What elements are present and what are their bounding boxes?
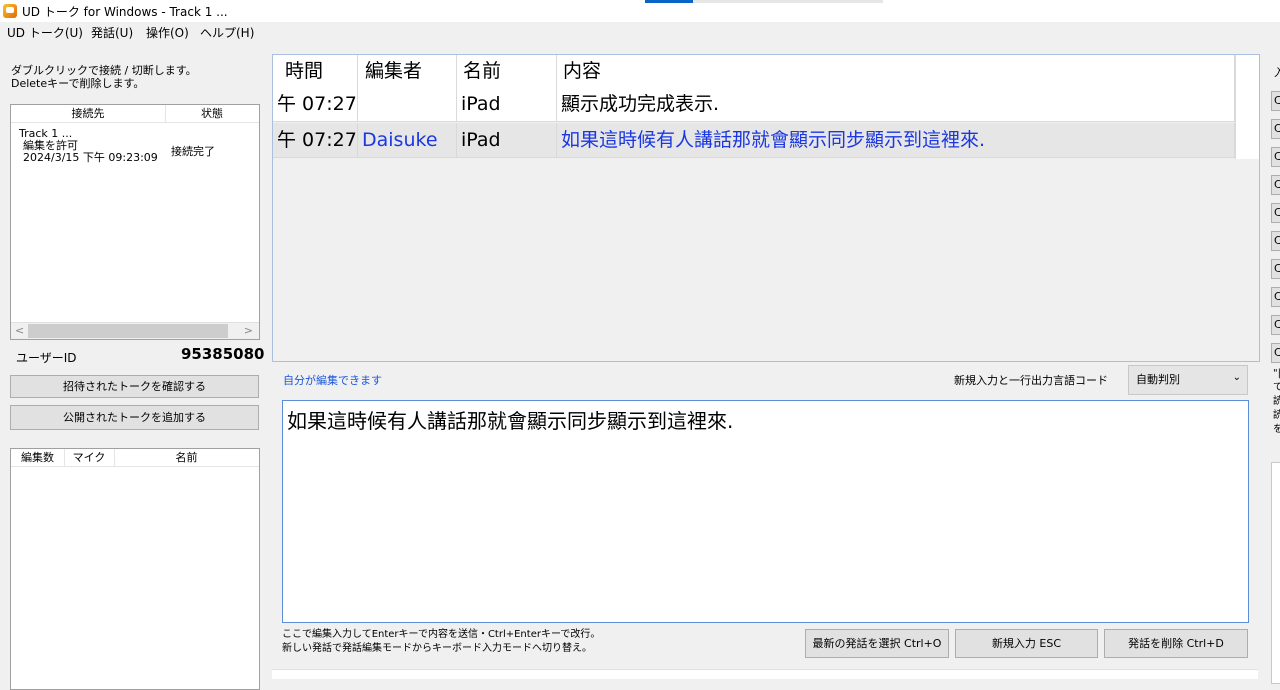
add-public-talk-button[interactable]: 公開されたトークを追加する <box>10 405 259 430</box>
col-name[interactable]: 名前 <box>457 55 557 87</box>
editor-help-line-1: ここで編集入力してEnterキーで内容を送信・Ctrl+Enterキーで改行。 <box>282 629 601 640</box>
cell-editor <box>358 87 457 122</box>
language-code-label: 新規入力と一行出力言語コード <box>954 374 1108 387</box>
hint-line-1: ダブルクリックで接続 / 切断します。 <box>11 64 197 77</box>
new-input-button[interactable]: 新規入力 ESC <box>955 629 1098 658</box>
right-button-8[interactable]: C <box>1271 287 1280 307</box>
col-mic[interactable]: マイク <box>64 449 115 466</box>
right-panel-text: "| て 読 読 を <box>1273 367 1280 437</box>
cell-editor: Daisuke <box>358 123 457 158</box>
scroll-left-icon[interactable]: < <box>15 324 24 337</box>
menu-bar: UD トーク(U) 発話(U) 操作(O) ヘルプ(H) <box>0 22 1280 42</box>
window-title: UD トーク for Windows - Track 1 ... <box>22 5 228 19</box>
right-text-line: 読 <box>1273 396 1280 407</box>
right-text-line: "| <box>1273 368 1280 379</box>
member-list[interactable]: 編集数 マイク 名前 <box>10 448 260 690</box>
utterance-editor[interactable]: 如果這時候有人講話那就會顯示同步顯示到這裡來. <box>282 400 1249 623</box>
right-button-10[interactable]: C <box>1271 343 1280 363</box>
scroll-thumb[interactable] <box>28 324 228 338</box>
right-button-6[interactable]: C <box>1271 231 1280 251</box>
menu-operation[interactable]: 操作(O) <box>146 24 189 41</box>
title-bar: UD トーク for Windows - Track 1 ... <box>0 0 1280 22</box>
editor-help-line-2: 新しい発話で発話編集モードからキーボード入力モードへ切り替え。 <box>282 643 592 654</box>
col-member-name[interactable]: 名前 <box>114 449 259 466</box>
scroll-right-icon[interactable]: > <box>244 324 253 337</box>
right-button-7[interactable]: C <box>1271 259 1280 279</box>
connection-row[interactable]: Track 1 ... 編集を許可 2024/3/15 下午 09:23:09 <box>19 128 158 164</box>
connection-list-header: 接続先 状態 <box>11 105 259 123</box>
cell-content: 顯示成功完成表示. <box>557 87 1235 122</box>
right-text-line: 読 <box>1273 410 1280 421</box>
table-vertical-scroll-area[interactable] <box>1235 55 1259 159</box>
menu-help[interactable]: ヘルプ(H) <box>200 24 254 41</box>
right-panel: 入 C C C C C C C C C C "| て 読 読 を <box>1265 54 1280 684</box>
cell-content: 如果這時候有人講話那就會顯示同步顯示到這裡來. <box>557 123 1235 158</box>
right-button-1[interactable]: C <box>1271 91 1280 111</box>
col-time[interactable]: 時間 <box>273 55 358 87</box>
cell-time: 午 07:27 <box>273 123 358 158</box>
table-row-selected[interactable]: 午 07:27 Daisuke iPad 如果這時候有人講話那就會顯示同步顯示到… <box>273 123 1235 158</box>
title-tab-track <box>693 0 883 3</box>
right-button-5[interactable]: C <box>1271 203 1280 223</box>
language-select-value: 自動判別 <box>1136 373 1180 386</box>
hint-line-2: Deleteキーで削除します。 <box>11 77 145 90</box>
right-button-4[interactable]: C <box>1271 175 1280 195</box>
col-status[interactable]: 状態 <box>165 105 259 122</box>
edit-permission-label: 自分が編集できます <box>283 374 382 387</box>
right-button-9[interactable]: C <box>1271 315 1280 335</box>
right-button-3[interactable]: C <box>1271 147 1280 167</box>
editor-help: ここで編集入力してEnterキーで内容を送信・Ctrl+Enterキーで改行。 … <box>282 628 600 656</box>
right-button-2[interactable]: C <box>1271 119 1280 139</box>
connection-date: 2024/3/15 下午 09:23:09 <box>23 151 158 164</box>
app-icon <box>3 4 17 18</box>
user-id-label: ユーザーID <box>16 351 77 365</box>
horizontal-scrollbar[interactable]: < > <box>11 322 259 339</box>
menu-utterance[interactable]: 発話(U) <box>91 24 133 41</box>
editor-text: 如果這時候有人講話那就會顯示同步顯示到這裡來. <box>287 409 734 433</box>
right-text-line: を <box>1273 424 1280 435</box>
right-text-line: て <box>1273 382 1280 393</box>
title-tab-indicator <box>645 0 693 3</box>
right-panel-box[interactable] <box>1271 462 1280 684</box>
connection-list[interactable]: 接続先 状態 Track 1 ... 編集を許可 2024/3/15 下午 09… <box>10 104 260 340</box>
connection-hint: ダブルクリックで接続 / 切断します。 Deleteキーで削除します。 <box>11 64 197 90</box>
user-id-value: 95385080 <box>181 345 265 363</box>
delete-utterance-button[interactable]: 発話を削除 Ctrl+D <box>1104 629 1248 658</box>
check-invited-talks-button[interactable]: 招待されたトークを確認する <box>10 375 259 398</box>
table-row[interactable]: 午 07:27 iPad 顯示成功完成表示. <box>273 87 1235 122</box>
member-list-header: 編集数 マイク 名前 <box>11 449 259 467</box>
select-latest-utterance-button[interactable]: 最新の発話を選択 Ctrl+O <box>805 629 949 658</box>
table-header: 時間 編集者 名前 内容 <box>273 55 1235 87</box>
cell-name: iPad <box>457 123 557 158</box>
cell-name: iPad <box>457 87 557 122</box>
language-select[interactable]: 自動判別 ⌄ <box>1128 365 1248 395</box>
col-content[interactable]: 内容 <box>557 55 1235 87</box>
menu-udtalk[interactable]: UD トーク(U) <box>7 24 83 41</box>
col-edit-count[interactable]: 編集数 <box>11 449 65 466</box>
cell-time: 午 07:27 <box>273 87 358 122</box>
connection-state: 接続完了 <box>171 145 215 158</box>
utterance-table[interactable]: 時間 編集者 名前 内容 午 07:27 iPad 顯示成功完成表示. 午 07… <box>272 54 1260 362</box>
col-editor[interactable]: 編集者 <box>358 55 457 87</box>
right-panel-label: 入 <box>1274 66 1280 79</box>
col-destination[interactable]: 接続先 <box>11 105 166 122</box>
chevron-down-icon: ⌄ <box>1232 372 1241 383</box>
